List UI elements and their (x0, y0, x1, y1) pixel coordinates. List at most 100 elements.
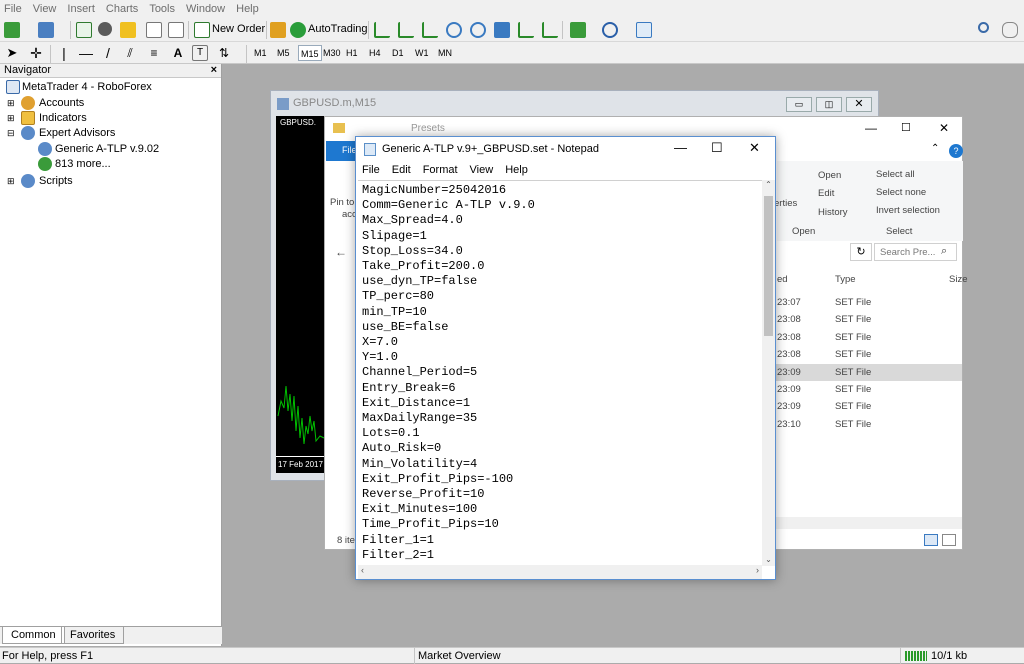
trendline-icon[interactable]: / (100, 45, 116, 61)
menu-tools[interactable]: Tools (145, 3, 182, 15)
vertical-line-icon[interactable]: | (56, 45, 72, 61)
timeframe-h4[interactable]: H4 (367, 45, 383, 61)
bar-chart-icon[interactable] (374, 22, 390, 38)
timeframe-w1[interactable]: W1 (413, 45, 431, 61)
zoom-in-icon[interactable] (446, 22, 462, 38)
tree-item-indicators[interactable]: Indicators (39, 111, 87, 125)
file-row[interactable]: 23:09 SET File (775, 363, 962, 381)
minimize-button[interactable]: ▭ (786, 97, 812, 112)
select-all-button[interactable]: Select all (876, 169, 915, 180)
new-chart-icon[interactable] (4, 22, 20, 38)
file-row[interactable]: 23:10 SET File (775, 416, 962, 433)
maximize-button[interactable]: ☐ (901, 121, 911, 134)
edit-button[interactable]: Edit (818, 188, 834, 199)
channel-icon[interactable]: ⫽ (122, 45, 138, 61)
vscroll-thumb[interactable] (764, 196, 773, 336)
select-none-button[interactable]: Select none (876, 187, 926, 198)
ribbon-collapse-icon[interactable]: ⌃ (931, 143, 939, 154)
notepad-menu-edit[interactable]: Edit (386, 164, 417, 176)
autotrading-icon[interactable] (290, 22, 306, 38)
vscroll-up-icon[interactable]: ⌃ (762, 180, 775, 192)
terminal-icon[interactable] (146, 22, 162, 38)
pin-label[interactable]: Pin to (330, 197, 354, 208)
search-box[interactable]: Search Pre... ⌕ (874, 243, 957, 261)
column-size[interactable]: Size (949, 274, 967, 285)
data-window-icon[interactable] (98, 22, 112, 36)
timeframe-m1[interactable]: M1 (252, 45, 269, 61)
notepad-text-area[interactable]: MagicNumber=25042016 Comm=Generic A-TLP v… (358, 180, 762, 566)
navigator-icon[interactable] (120, 22, 136, 38)
close-button[interactable]: ✕ (846, 97, 872, 112)
file-row[interactable]: 23:07 SET File (775, 294, 962, 311)
profiles-icon[interactable] (38, 22, 54, 38)
notepad-menu-help[interactable]: Help (499, 164, 534, 176)
history-button[interactable]: History (818, 207, 848, 218)
tab-favorites[interactable]: Favorites (61, 627, 125, 644)
autoscroll-icon[interactable] (542, 22, 558, 38)
zoom-out-icon[interactable] (470, 22, 486, 38)
menu-insert[interactable]: Insert (63, 3, 102, 15)
details-view-icon[interactable] (924, 534, 938, 546)
file-row[interactable]: 23:09 SET File (775, 398, 962, 415)
chart-shift-icon[interactable] (518, 22, 534, 38)
close-button[interactable]: ✕ (939, 121, 949, 135)
minimize-button[interactable]: — (674, 140, 687, 155)
file-row[interactable]: 23:08 SET File (775, 346, 962, 363)
autotrading-button[interactable]: AutoTrading (308, 23, 368, 35)
collapse-experts-icon[interactable]: ⊟ (7, 126, 15, 140)
crosshair-icon[interactable]: ✛ (28, 45, 44, 61)
invert-selection-button[interactable]: Invert selection (876, 205, 940, 216)
text-label-icon[interactable]: T (192, 45, 208, 61)
properties-button[interactable]: erties (774, 198, 797, 209)
tree-item-terminal[interactable]: MetaTrader 4 - RoboForex (22, 80, 152, 94)
line-chart-icon[interactable] (422, 22, 438, 38)
menu-help[interactable]: Help (232, 3, 266, 15)
column-type[interactable]: Type (835, 274, 856, 285)
file-row[interactable]: 23:08 SET File (775, 329, 962, 346)
indicators-icon[interactable] (570, 22, 586, 38)
tree-item-accounts[interactable]: Accounts (39, 96, 84, 110)
expand-accounts-icon[interactable]: ⊞ (7, 96, 15, 110)
strategy-tester-icon[interactable] (168, 22, 184, 38)
text-icon[interactable]: A (170, 45, 186, 61)
help-icon[interactable]: ? (949, 144, 963, 158)
tree-item-expert-generic[interactable]: Generic A-TLP v.9.02 (55, 142, 159, 156)
expand-indicators-icon[interactable]: ⊞ (7, 111, 15, 125)
status-profile[interactable]: Market Overview (418, 650, 501, 662)
timeframe-h1[interactable]: H1 (344, 45, 360, 61)
notepad-menu-file[interactable]: File (356, 164, 386, 176)
timeframe-m5[interactable]: M5 (275, 45, 292, 61)
horizontal-line-icon[interactable]: — (78, 45, 94, 61)
tiles-view-icon[interactable] (942, 534, 956, 546)
search-icon[interactable] (978, 22, 989, 33)
close-icon[interactable]: × (211, 64, 217, 77)
timeframe-m30[interactable]: M30 (321, 45, 343, 61)
column-date-modified[interactable]: ed (777, 274, 788, 285)
templates-icon[interactable] (636, 22, 652, 38)
chat-icon[interactable] (1002, 22, 1018, 38)
notepad-vscroll[interactable]: ⌃ ⌄ (762, 180, 775, 566)
refresh-button[interactable]: ↻ (850, 243, 872, 261)
arrows-icon[interactable]: ⇅ (216, 45, 232, 61)
notepad-window[interactable]: Generic A-TLP v.9+_GBPUSD.set - Notepad … (355, 136, 776, 580)
new-order-button[interactable]: New Order (212, 23, 265, 35)
tree-item-more[interactable]: 813 more... (55, 157, 111, 171)
explorer-hscroll[interactable] (776, 517, 962, 529)
maximize-button[interactable]: ☐ (711, 140, 723, 156)
hscroll-right-icon[interactable]: › (756, 565, 759, 575)
tree-item-expert-advisors[interactable]: Expert Advisors (39, 126, 115, 140)
new-order-icon[interactable] (194, 22, 210, 38)
fibonacci-icon[interactable]: ≡ (146, 45, 162, 61)
notepad-hscroll[interactable]: ‹ › (358, 565, 762, 579)
tile-windows-icon[interactable] (494, 22, 510, 38)
file-row[interactable]: 23:08 SET File (775, 311, 962, 328)
tree-item-scripts[interactable]: Scripts (39, 174, 73, 188)
menu-charts[interactable]: Charts (102, 3, 145, 15)
periods-icon[interactable] (602, 22, 618, 38)
restore-button[interactable]: ◫ (816, 97, 842, 112)
chart-canvas[interactable]: GBPUSD. 17 Feb 2017 (276, 116, 326, 473)
menu-view[interactable]: View (29, 3, 64, 15)
candlestick-icon[interactable] (398, 22, 414, 38)
expand-scripts-icon[interactable]: ⊞ (7, 174, 15, 188)
metaeditor-icon[interactable] (270, 22, 286, 38)
